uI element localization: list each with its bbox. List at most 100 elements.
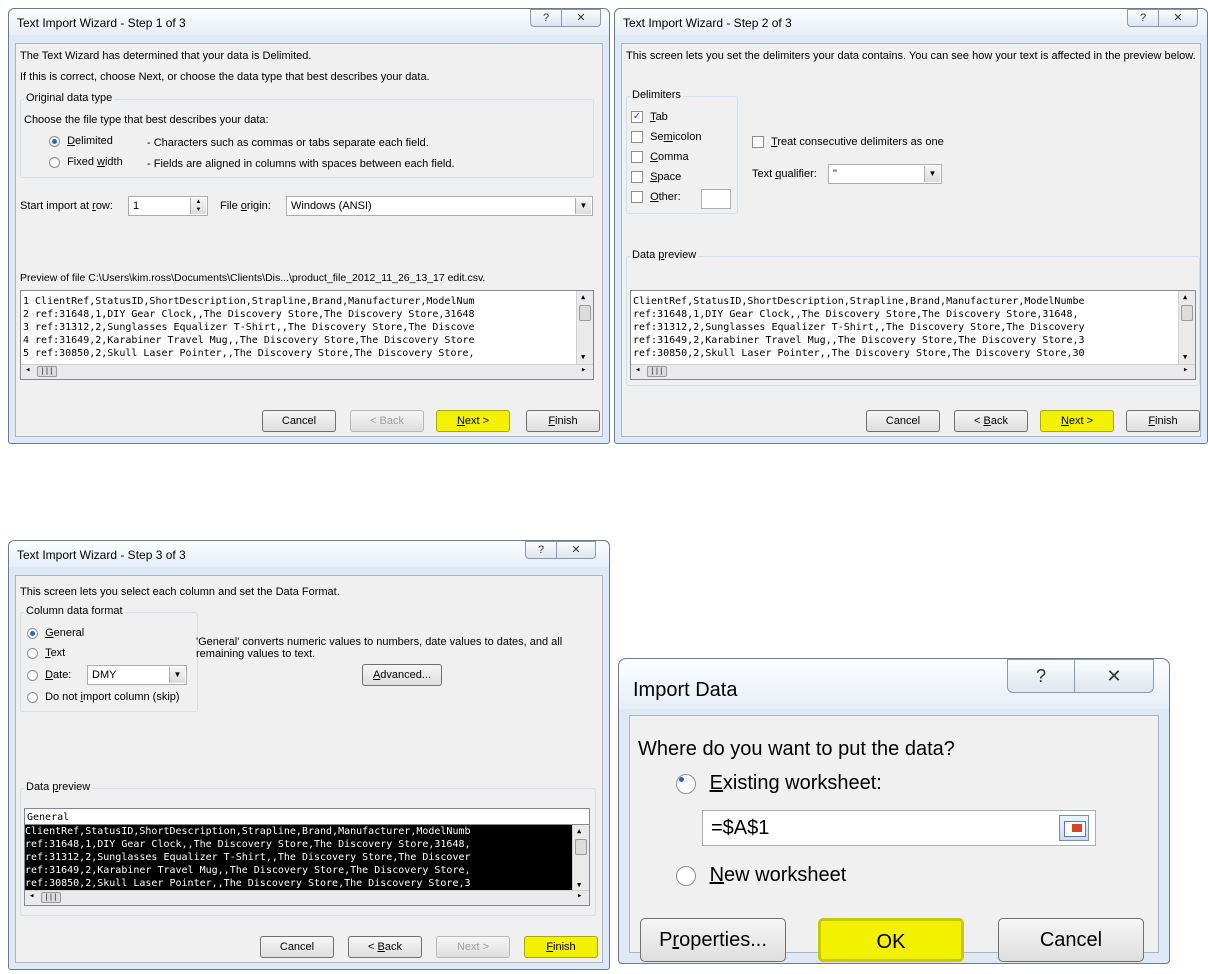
close-button[interactable]: ✕ <box>556 541 596 559</box>
help-icon: ? <box>1035 666 1046 686</box>
space-checkbox[interactable]: Space <box>631 171 681 184</box>
back-button[interactable]: < Back <box>954 410 1028 432</box>
general-radio-icon <box>27 627 38 639</box>
help-button[interactable]: ? <box>525 541 557 559</box>
collapse-dialog-icon[interactable] <box>1059 815 1089 841</box>
vertical-scrollbar[interactable]: ▲ ▼ <box>1178 291 1195 365</box>
help-icon: ? <box>1139 12 1147 24</box>
scroll-right-icon: ▸ <box>577 891 583 901</box>
comma-checkbox[interactable]: Comma <box>631 151 689 164</box>
data-preview-label: Data preview <box>630 249 699 261</box>
close-icon: ✕ <box>576 12 586 24</box>
consecutive-delimiters-checkbox[interactable]: Treat consecutive delimiters as one <box>752 136 944 149</box>
horizontal-scrollbar[interactable]: ◂ ||| ▸ <box>631 364 1195 379</box>
scroll-thumb[interactable] <box>575 839 587 855</box>
other-checkbox[interactable]: Other: <box>631 191 681 204</box>
dialog-body: The Text Wizard has determined that your… <box>15 43 603 437</box>
preview-row: 3 ref:31312,2,Sunglasses Equalizer T-Shi… <box>23 322 475 333</box>
delimiters-group: Delimiters ✓ Tab Semicolon Comma Space O… <box>626 89 738 214</box>
ok-button[interactable]: OK <box>818 918 964 962</box>
group-label: Original data type <box>24 92 115 104</box>
preview-row: ref:31648,1,DIY Gear Clock,,The Discover… <box>633 309 1079 320</box>
group-label: Column data format <box>24 605 125 617</box>
skip-radio-icon <box>27 691 38 703</box>
scroll-down-icon: ▼ <box>581 353 586 361</box>
tab-checkbox[interactable]: ✓ Tab <box>631 111 668 124</box>
file-preview[interactable]: 1 ClientRef,StatusID,ShortDescription,St… <box>20 290 594 380</box>
start-row-spinner[interactable]: 1 ▲ ▼ <box>128 196 208 216</box>
checkmark-icon: ✓ <box>631 111 643 124</box>
dialog-body: Where do you want to put the data? Exist… <box>629 715 1159 962</box>
next-button[interactable]: Next > <box>436 410 510 432</box>
intro-line-2: If this is correct, choose Next, or choo… <box>20 71 430 83</box>
dialog-title: Text Import Wizard - Step 2 of 3 <box>623 16 792 30</box>
data-preview[interactable]: General ClientRef,StatusID,ShortDescript… <box>24 808 590 906</box>
intro-text: This screen lets you select each column … <box>20 586 340 598</box>
original-data-type-group: Original data type Choose the file type … <box>20 92 594 178</box>
scroll-left-icon: ◂ <box>635 365 641 375</box>
existing-worksheet-option[interactable]: Existing worksheet: <box>676 772 882 795</box>
title-bar: Text Import Wizard - Step 1 of 3 ? ✕ <box>9 9 609 35</box>
preview-row: ClientRef,StatusID,ShortDescription,Stra… <box>25 825 589 838</box>
spinner-arrows-icon[interactable]: ▲ ▼ <box>190 198 206 214</box>
horizontal-scrollbar[interactable]: ◂ ||| ▸ <box>21 364 593 379</box>
scroll-thumb[interactable]: ||| <box>647 366 667 377</box>
other-delimiter-input[interactable] <box>701 189 731 209</box>
help-button[interactable]: ? <box>530 9 562 27</box>
cancel-button[interactable]: Cancel <box>260 936 334 958</box>
horizontal-scrollbar[interactable]: ◂ ||| ▸ <box>25 890 589 905</box>
scroll-thumb[interactable] <box>1181 305 1193 321</box>
vertical-scrollbar[interactable]: ▲ ▼ <box>576 291 593 365</box>
cell-reference-input[interactable]: =$A$1 <box>702 810 1096 846</box>
new-radio-icon <box>676 865 696 886</box>
back-button[interactable]: < Back <box>350 410 424 432</box>
date-format-select[interactable]: DMY ▼ <box>87 665 187 685</box>
next-button[interactable]: Next > <box>436 936 510 958</box>
empty-checkbox-icon <box>631 171 643 184</box>
finish-button[interactable]: Finish <box>524 936 598 958</box>
cancel-button[interactable]: Cancel <box>998 918 1144 962</box>
delimited-description: - Characters such as commas or tabs sepa… <box>147 137 429 149</box>
semicolon-checkbox[interactable]: Semicolon <box>631 131 701 144</box>
wizard-step2-dialog: Text Import Wizard - Step 2 of 3 ? ✕ Thi… <box>614 8 1208 444</box>
text-option[interactable]: Text <box>27 647 65 659</box>
advanced-button[interactable]: Advanced... <box>362 664 442 686</box>
scroll-up-icon: ▲ <box>581 293 586 301</box>
new-worksheet-option[interactable]: New worksheet <box>676 864 846 887</box>
cancel-button[interactable]: Cancel <box>866 410 940 432</box>
delimited-option[interactable]: Delimited <box>49 135 113 147</box>
close-icon: ✕ <box>571 544 581 556</box>
vertical-scrollbar[interactable]: ▲ ▼ <box>572 825 589 893</box>
preview-row: ref:31649,2,Karabiner Travel Mug,,The Di… <box>633 335 1085 346</box>
skip-column-option[interactable]: Do not import column (skip) <box>27 691 180 703</box>
file-origin-select[interactable]: Windows (ANSI) ▼ <box>286 196 593 216</box>
cancel-button[interactable]: Cancel <box>262 410 336 432</box>
question-label: Where do you want to put the data? <box>638 738 955 760</box>
preview-row: 4 ref:31649,2,Karabiner Travel Mug,,The … <box>23 335 475 346</box>
close-button[interactable]: ✕ <box>561 9 601 27</box>
scroll-thumb[interactable]: ||| <box>37 366 57 377</box>
finish-button[interactable]: Finish <box>1126 410 1200 432</box>
column-header[interactable]: General <box>25 811 589 825</box>
dialog-body: This screen lets you set the delimiters … <box>621 43 1201 437</box>
help-button[interactable]: ? <box>1007 659 1075 693</box>
close-button[interactable]: ✕ <box>1074 659 1154 693</box>
scroll-thumb[interactable] <box>579 305 591 321</box>
help-button[interactable]: ? <box>1127 9 1159 27</box>
chevron-down-icon: ▼ <box>575 198 591 214</box>
date-radio-icon <box>27 669 38 681</box>
fixed-width-option[interactable]: Fixed width <box>49 156 123 168</box>
scroll-left-icon: ◂ <box>29 891 35 901</box>
date-option[interactable]: Date: <box>27 669 71 681</box>
scroll-thumb[interactable]: ||| <box>41 892 61 903</box>
finish-button[interactable]: Finish <box>526 410 600 432</box>
preview-file-label: Preview of file C:\Users\kim.ross\Docume… <box>20 272 486 284</box>
data-preview[interactable]: ClientRef,StatusID,ShortDescription,Stra… <box>630 290 1196 380</box>
close-button[interactable]: ✕ <box>1158 9 1198 27</box>
next-button[interactable]: Next > <box>1040 410 1114 432</box>
back-button[interactable]: < Back <box>348 936 422 958</box>
text-qualifier-select[interactable]: " ▼ <box>828 164 942 184</box>
text-radio-icon <box>27 647 38 659</box>
properties-button[interactable]: Properties... <box>640 918 786 962</box>
general-option[interactable]: General <box>27 627 84 639</box>
